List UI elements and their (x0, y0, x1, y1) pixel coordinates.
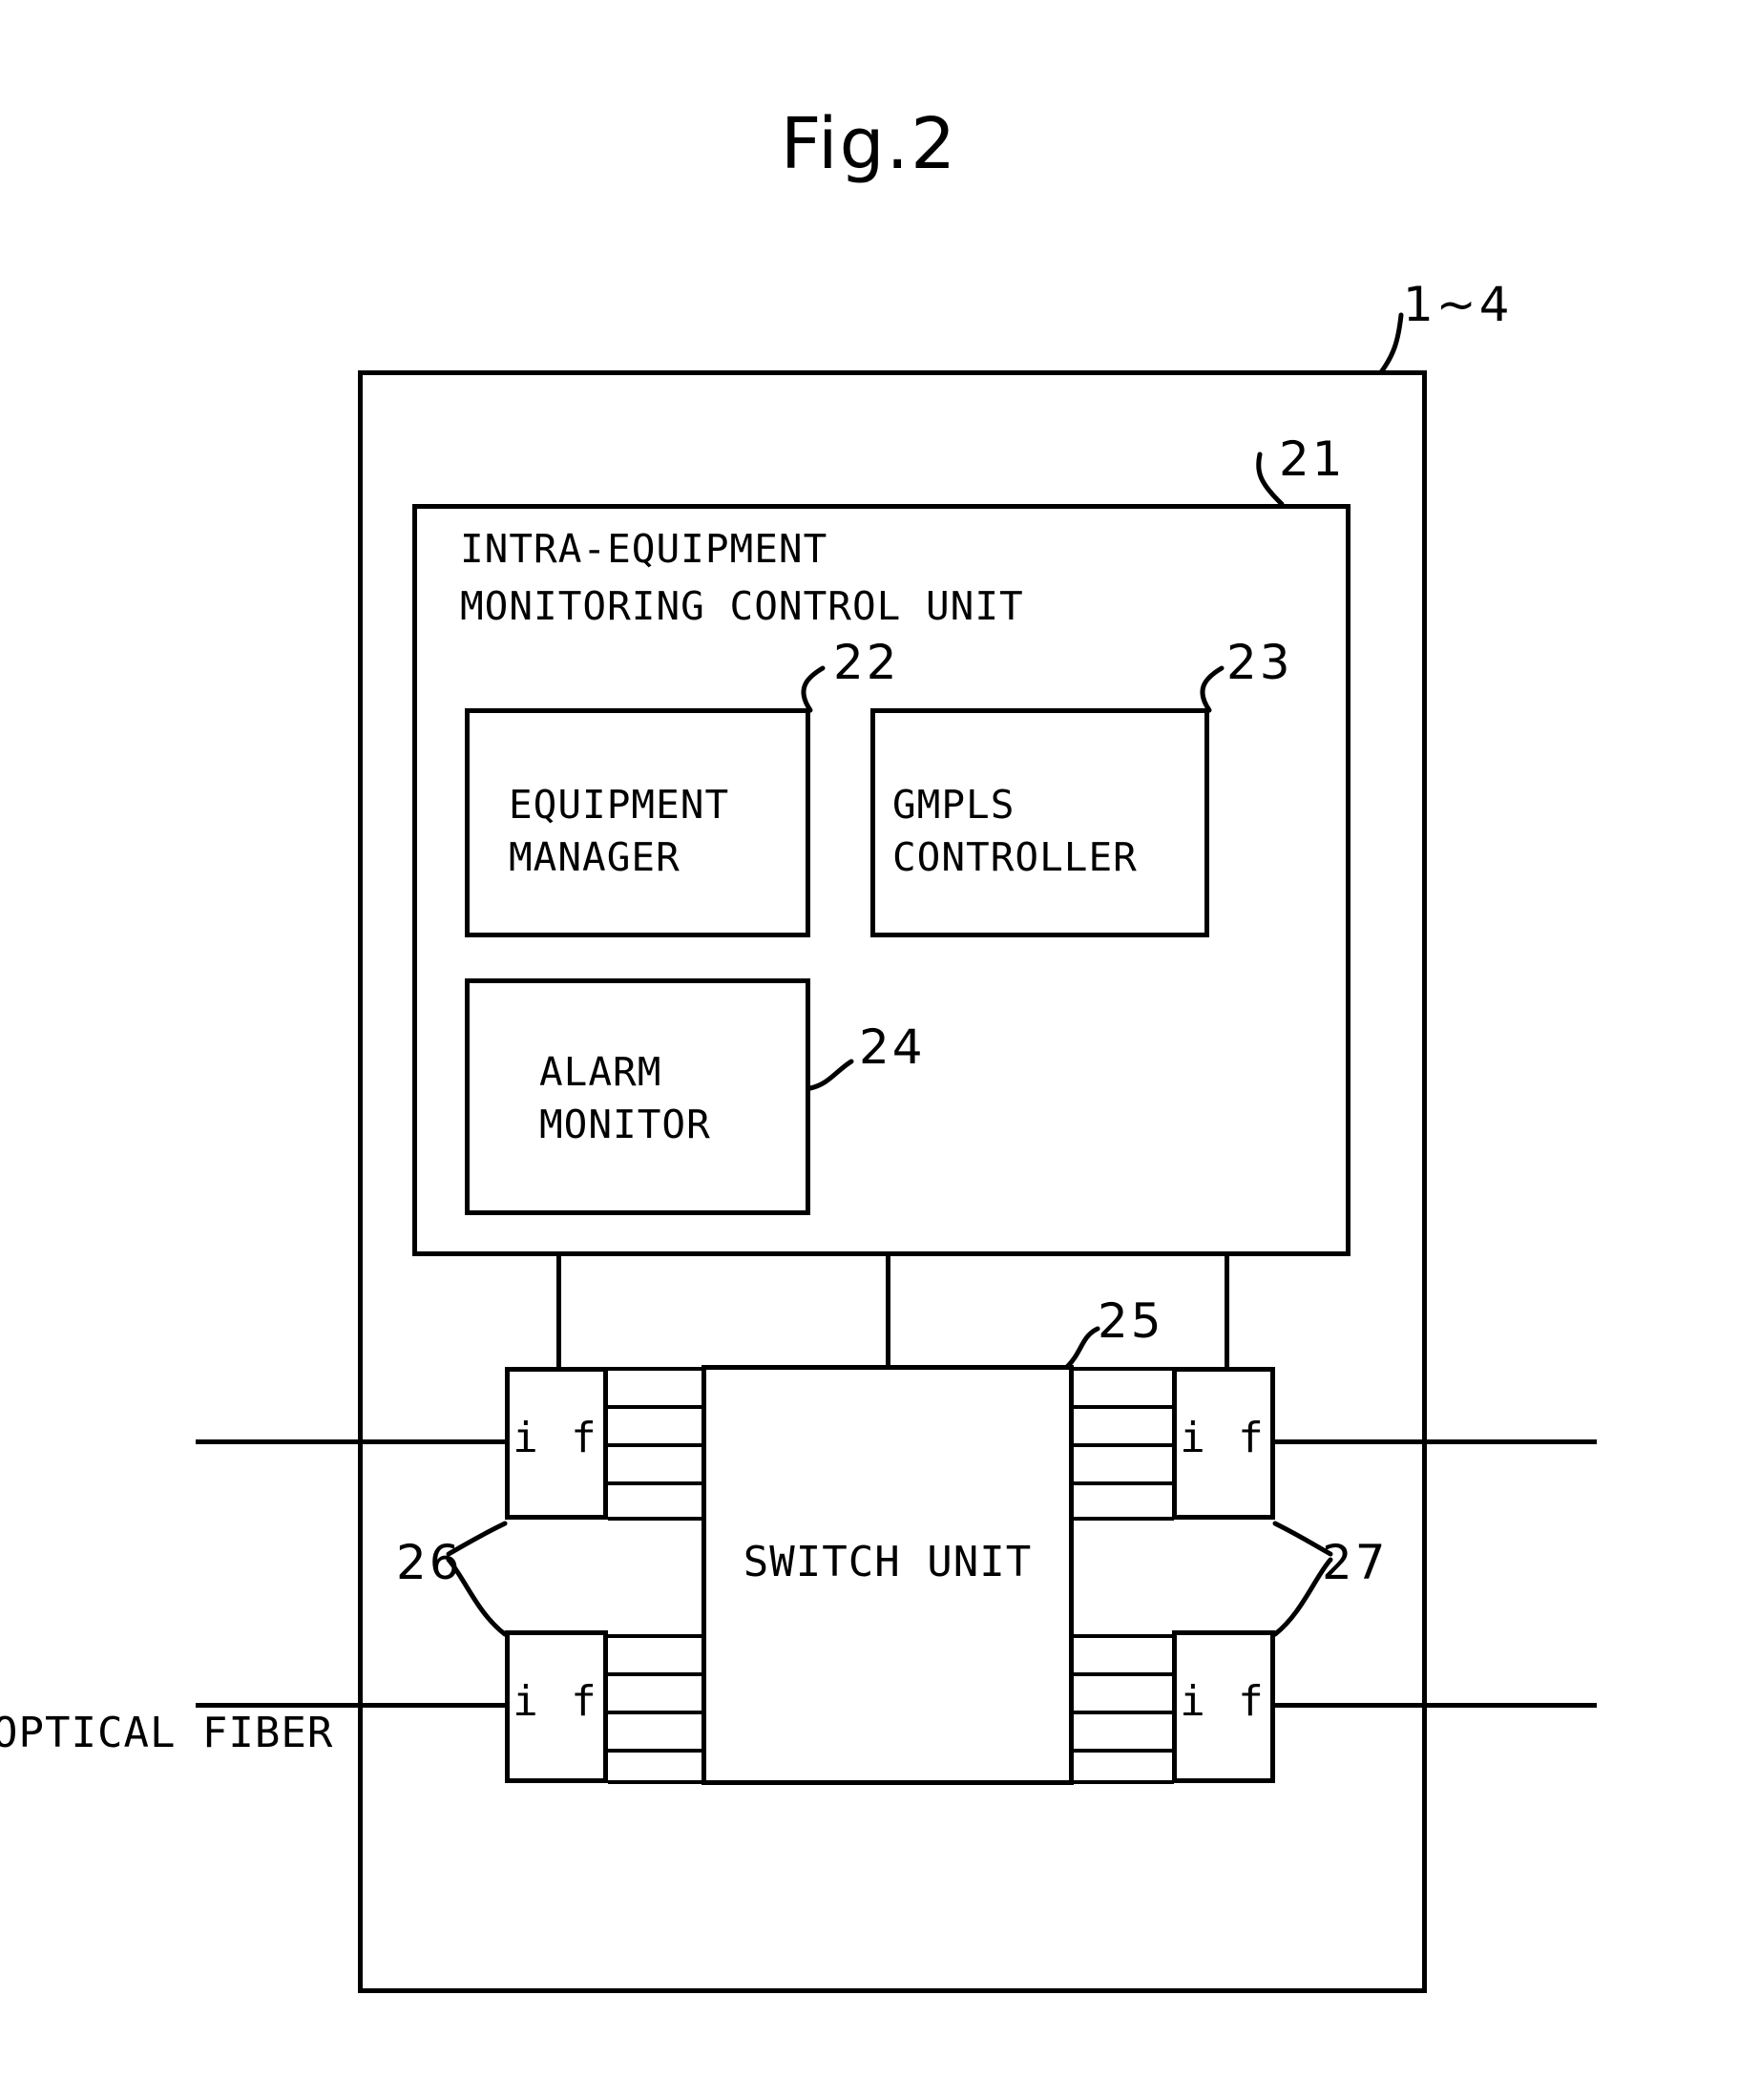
ref-label-right-interfaces: 27 (1322, 1535, 1389, 1590)
if-box-bottom-right-label: i f (1180, 1677, 1267, 1726)
ref-label-alarm-monitor: 24 (859, 1019, 926, 1075)
bus-line-br-5 (1072, 1780, 1174, 1784)
bus-line-bl-3 (608, 1711, 703, 1714)
gmpls-controller-label-line1: GMPLS (892, 782, 1016, 828)
link-control-to-switch (886, 1256, 890, 1369)
switch-unit-label: SWITCH UNIT (743, 1538, 1033, 1586)
bus-line-bl-2 (608, 1672, 703, 1676)
bus-line-tl-5 (608, 1517, 703, 1521)
control-unit-title-line2: MONITORING CONTROL UNIT (460, 583, 1024, 629)
bus-line-br-2 (1072, 1672, 1174, 1676)
equipment-manager-label-line1: EQUIPMENT (509, 782, 730, 828)
ref-label-switch-unit: 25 (1098, 1293, 1164, 1349)
if-box-bottom-left: i f (505, 1630, 608, 1783)
link-control-to-if-top-left (556, 1256, 561, 1369)
bus-line-tl-4 (608, 1481, 703, 1485)
bus-line-br-1 (1072, 1634, 1174, 1638)
if-box-bottom-left-label: i f (513, 1677, 600, 1726)
link-control-to-if-top-right (1225, 1256, 1229, 1369)
bus-line-tl-3 (608, 1443, 703, 1447)
optical-fiber-line-top-left (196, 1439, 509, 1444)
bus-line-tr-4 (1072, 1481, 1174, 1485)
figure-title: Fig.2 (780, 103, 958, 185)
if-box-bottom-right: i f (1172, 1630, 1275, 1783)
control-unit-title-line1: INTRA-EQUIPMENT (460, 526, 828, 572)
alarm-monitor-label-line1: ALARM (539, 1049, 662, 1095)
if-box-top-right-label: i f (1180, 1414, 1267, 1462)
ref-label-equipment-manager: 22 (833, 635, 900, 690)
ref-label-control-unit: 21 (1279, 431, 1346, 487)
bus-line-br-4 (1072, 1749, 1174, 1753)
optical-fiber-line-bottom-right (1271, 1703, 1597, 1708)
bus-line-bl-1 (608, 1634, 703, 1638)
optical-fiber-line-top-right (1271, 1439, 1597, 1444)
alarm-monitor-box (465, 978, 810, 1215)
bus-line-br-3 (1072, 1711, 1174, 1714)
optical-fiber-line-bottom-left (196, 1703, 509, 1708)
leader-line-equipment (1378, 312, 1404, 375)
optical-fiber-label: OPTICAL FIBER (0, 1709, 334, 1757)
bus-line-bl-4 (608, 1749, 703, 1753)
ref-label-left-interfaces: 26 (396, 1535, 463, 1590)
if-box-top-left-label: i f (513, 1414, 600, 1462)
bus-line-tr-1 (1072, 1367, 1174, 1371)
bus-line-tr-2 (1072, 1405, 1174, 1409)
bus-line-tl-2 (608, 1405, 703, 1409)
if-box-top-left: i f (505, 1367, 608, 1520)
gmpls-controller-label-line2: CONTROLLER (892, 834, 1138, 880)
bus-line-tl-1 (608, 1367, 703, 1371)
equipment-manager-label-line2: MANAGER (509, 834, 681, 880)
if-box-top-right: i f (1172, 1367, 1275, 1520)
ref-label-equipment: 1~4 (1403, 277, 1513, 332)
ref-label-gmpls-controller: 23 (1226, 635, 1293, 690)
bus-line-tr-3 (1072, 1443, 1174, 1447)
alarm-monitor-label-line2: MONITOR (539, 1102, 711, 1147)
bus-line-tr-5 (1072, 1517, 1174, 1521)
figure-page: Fig.2 1~4 INTRA-EQUIPMENT MONITORING CON… (0, 0, 1738, 2100)
bus-line-bl-5 (608, 1780, 703, 1784)
